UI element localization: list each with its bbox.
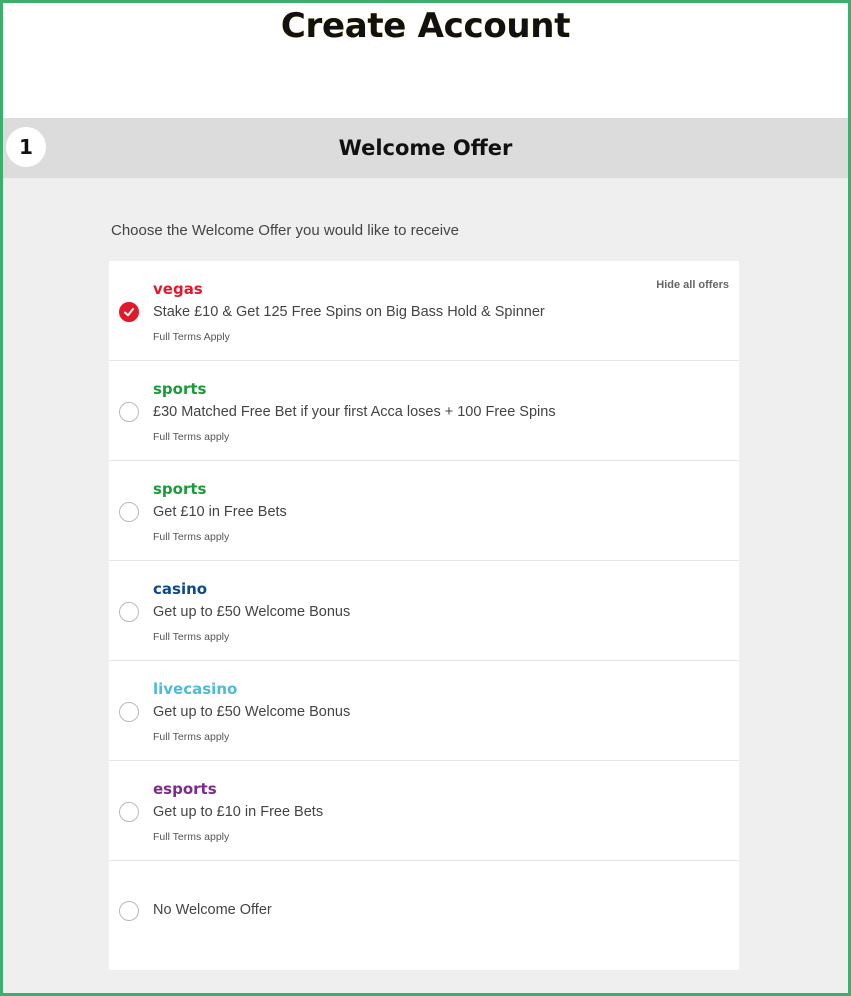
offer-brand: sports: [153, 380, 207, 398]
offer-description: Get up to £50 Welcome Bonus: [153, 704, 351, 720]
offer-terms-link[interactable]: Full Terms apply: [153, 631, 229, 643]
offer-brand: esports: [153, 780, 217, 798]
offer-item-no-offer[interactable]: No Welcome Offer: [109, 861, 739, 970]
offer-terms-link[interactable]: Full Terms apply: [153, 731, 229, 743]
offer-item-livecasino[interactable]: livecasino Get up to £50 Welcome Bonus F…: [109, 661, 739, 761]
offer-terms-link[interactable]: Full Terms apply: [153, 831, 229, 843]
offer-item-sports[interactable]: sports £30 Matched Free Bet if your firs…: [109, 361, 739, 461]
offer-terms-link[interactable]: Full Terms apply: [153, 531, 229, 543]
radio-icon[interactable]: [119, 702, 139, 722]
offer-item-sports-2[interactable]: sports Get £10 in Free Bets Full Terms a…: [109, 461, 739, 561]
header: Create Account: [3, 3, 848, 118]
offer-brand: sports: [153, 480, 207, 498]
offer-item-esports[interactable]: esports Get up to £10 in Free Bets Full …: [109, 761, 739, 861]
offer-brand: casino: [153, 580, 208, 598]
radio-checked-icon[interactable]: [119, 302, 139, 322]
radio-icon[interactable]: [119, 901, 139, 921]
offer-terms-link[interactable]: Full Terms apply: [153, 431, 229, 443]
offer-terms-link[interactable]: Full Terms Apply: [153, 331, 230, 343]
step-title: Welcome Offer: [338, 136, 513, 160]
no-offer-label: No Welcome Offer: [153, 902, 272, 918]
offer-description: £30 Matched Free Bet if your first Acca …: [153, 404, 556, 420]
step-number-badge: 1: [6, 127, 46, 167]
radio-icon[interactable]: [119, 402, 139, 422]
offer-description: Get £10 in Free Bets: [153, 504, 287, 520]
radio-icon[interactable]: [119, 602, 139, 622]
intro-text: Choose the Welcome Offer you would like …: [111, 222, 459, 239]
offer-brand: vegas: [153, 280, 203, 298]
page-title: Create Account: [280, 6, 571, 46]
step-bar: 1 Welcome Offer: [3, 118, 848, 178]
offer-item-vegas[interactable]: vegas Stake £10 & Get 125 Free Spins on …: [109, 261, 739, 361]
hide-all-offers-link[interactable]: Hide all offers: [656, 279, 729, 291]
offer-description: Get up to £50 Welcome Bonus: [153, 604, 351, 620]
offer-description: Get up to £10 in Free Bets: [153, 804, 324, 820]
offer-description: Stake £10 & Get 125 Free Spins on Big Ba…: [153, 304, 545, 320]
offer-list: vegas Stake £10 & Get 125 Free Spins on …: [109, 261, 739, 970]
offer-brand: livecasino: [153, 680, 238, 698]
offer-item-casino[interactable]: casino Get up to £50 Welcome Bonus Full …: [109, 561, 739, 661]
radio-icon[interactable]: [119, 802, 139, 822]
radio-icon[interactable]: [119, 502, 139, 522]
